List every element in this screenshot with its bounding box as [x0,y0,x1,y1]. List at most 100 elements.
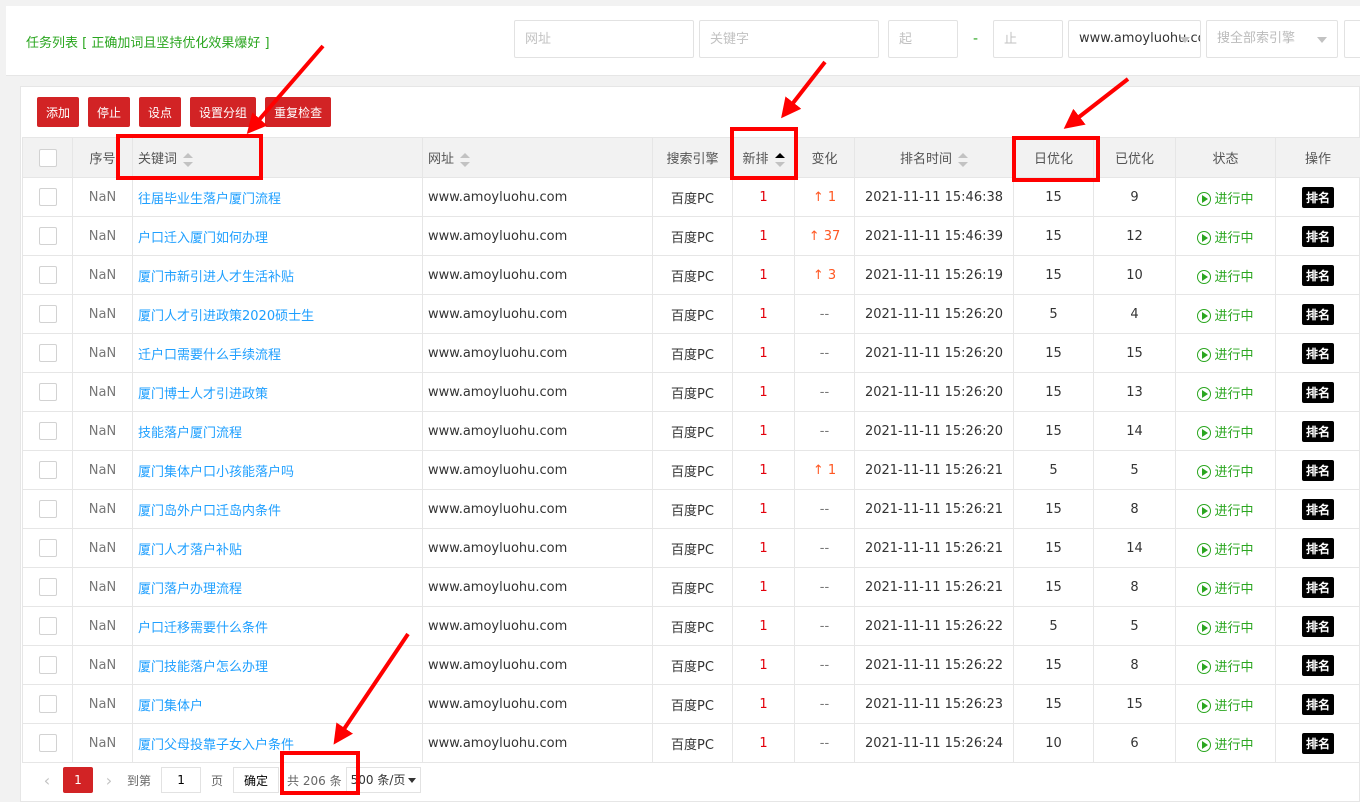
row-checkbox[interactable] [38,422,57,440]
prev-page-icon[interactable]: ‹ [37,771,57,790]
rank-button[interactable]: 排名 [1301,342,1334,364]
row-checkbox[interactable] [38,578,57,596]
table-row[interactable]: NaN 厦门父母投靠子女入户条件 www.amoyluohu.com 百度PC 1 -- 2… [22,723,1360,763]
add-button[interactable]: 添加 [37,97,80,127]
table-row[interactable]: NaN 厦门技能落户怎么办理 www.amoyluohu.com 百度PC 1 -- 202… [22,645,1360,685]
row-checkbox[interactable] [38,266,57,284]
row-status: 进行中 [1175,606,1276,646]
play-icon [1197,582,1212,596]
rank-button[interactable]: 排名 [1301,732,1334,754]
set-point-button[interactable]: 设点 [139,97,182,127]
row-time: 2021-11-11 15:26:21 [854,450,1014,490]
row-rank: 1 [732,411,795,451]
row-keyword[interactable]: 厦门集体户 [132,684,423,724]
table-row[interactable]: NaN 厦门集体户口小孩能落户吗 www.amoyluohu.com 百度PC 1 ↑ 1… [22,450,1360,490]
row-keyword[interactable]: 迁户口需要什么手续流程 [132,333,423,373]
rank-end-input[interactable] [993,20,1063,58]
rank-button[interactable]: 排名 [1301,459,1334,481]
rank-button[interactable]: 排名 [1301,576,1334,598]
row-time: 2021-11-11 15:26:20 [854,411,1014,451]
sort-icon[interactable] [958,152,968,167]
rank-start-input[interactable] [888,20,958,58]
rank-button[interactable]: 排名 [1301,303,1334,325]
table-row[interactable]: NaN 厦门人才落户补贴 www.amoyluohu.com 百度PC 1 -- 2021-… [22,528,1360,568]
keyword-filter-input[interactable] [699,20,879,58]
table-row[interactable]: NaN 厦门集体户 www.amoyluohu.com 百度PC 1 -- 2021-11-… [22,684,1360,724]
row-keyword[interactable]: 厦门人才落户补贴 [132,528,423,568]
confirm-page-button[interactable]: 确定 [233,767,280,793]
rank-button[interactable]: 排名 [1301,537,1334,559]
table-row[interactable]: NaN 技能落户厦门流程 www.amoyluohu.com 百度PC 1 -- 2021-… [22,411,1360,451]
row-select-cell [22,333,73,373]
rank-button[interactable]: 排名 [1301,693,1334,715]
row-checkbox[interactable] [38,539,57,557]
select-all-checkbox[interactable] [38,148,57,167]
row-checkbox[interactable] [38,383,57,401]
row-keyword[interactable]: 厦门人才引进政策2020硕士生 [132,294,423,334]
more-select[interactable] [1344,20,1360,58]
goto-page-input[interactable] [161,767,202,793]
row-keyword[interactable]: 厦门市新引进人才生活补贴 [132,255,423,295]
sort-icon[interactable] [774,152,785,167]
select-all-cell [22,137,73,178]
row-checkbox[interactable] [38,305,57,323]
col-rank[interactable]: 新排 [732,137,795,178]
row-keyword[interactable]: 户口迁入厦门如何办理 [132,216,423,256]
row-keyword[interactable]: 户口迁移需要什么条件 [132,606,423,646]
domain-select[interactable]: www.amoyluohu.com [1068,20,1201,58]
row-url: www.amoyluohu.com [422,723,653,763]
row-keyword[interactable]: 厦门岛外户口迁岛内条件 [132,489,423,529]
table-row[interactable]: NaN 厦门博士人才引进政策 www.amoyluohu.com 百度PC 1 -- 202… [22,372,1360,412]
row-keyword[interactable]: 厦门落户办理流程 [132,567,423,607]
url-filter-input[interactable] [514,20,694,58]
row-status: 进行中 [1175,450,1276,490]
row-checkbox[interactable] [38,188,57,206]
table-row[interactable]: NaN 迁户口需要什么手续流程 www.amoyluohu.com 百度PC 1 -- 20… [22,333,1360,373]
row-keyword[interactable]: 厦门父母投靠子女入户条件 [132,723,423,763]
row-checkbox[interactable] [38,617,57,635]
col-keyword[interactable]: 关键词 [132,137,423,178]
rank-button[interactable]: 排名 [1301,264,1334,286]
rank-button[interactable]: 排名 [1301,654,1334,676]
table-row[interactable]: NaN 厦门人才引进政策2020硕士生 www.amoyluohu.com 百度PC 1… [22,294,1360,334]
rank-button[interactable]: 排名 [1301,225,1334,247]
row-action: 排名 [1275,294,1360,334]
page-size-select[interactable]: 500 条/页 [345,767,422,793]
row-keyword[interactable]: 厦门集体户口小孩能落户吗 [132,450,423,490]
recheck-button[interactable]: 重复检查 [265,97,332,127]
row-checkbox[interactable] [38,734,57,752]
row-keyword[interactable]: 往届毕业生落户厦门流程 [132,177,423,217]
table-row[interactable]: NaN 厦门市新引进人才生活补贴 www.amoyluohu.com 百度PC 1 ↑ 3… [22,255,1360,295]
col-url[interactable]: 网址 [422,137,653,178]
next-page-icon[interactable]: › [99,771,119,790]
current-page[interactable]: 1 [63,767,93,793]
rank-button[interactable]: 排名 [1301,420,1334,442]
table-row[interactable]: NaN 往届毕业生落户厦门流程 www.amoyluohu.com 百度PC 1 ↑ 12… [22,177,1360,217]
row-checkbox[interactable] [38,461,57,479]
table-row[interactable]: NaN 厦门落户办理流程 www.amoyluohu.com 百度PC 1 -- 2021-… [22,567,1360,607]
row-rank: 1 [732,255,795,295]
row-checkbox[interactable] [38,344,57,362]
table-row[interactable]: NaN 户口迁入厦门如何办理 www.amoyluohu.com 百度PC 1 ↑ 37 2… [22,216,1360,256]
table-row[interactable]: NaN 户口迁移需要什么条件 www.amoyluohu.com 百度PC 1 -- 202… [22,606,1360,646]
status-label: 进行中 [1214,620,1254,636]
engine-select[interactable]: 搜全部索引擎 [1206,20,1338,58]
col-change: 变化 [794,137,855,178]
sort-icon[interactable] [460,152,471,167]
row-checkbox[interactable] [38,695,57,713]
row-checkbox[interactable] [38,500,57,518]
row-keyword[interactable]: 厦门技能落户怎么办理 [132,645,423,685]
rank-button[interactable]: 排名 [1301,498,1334,520]
row-checkbox[interactable] [38,656,57,674]
rank-button[interactable]: 排名 [1301,381,1334,403]
rank-button[interactable]: 排名 [1301,615,1334,637]
stop-button[interactable]: 停止 [88,97,131,127]
row-keyword[interactable]: 厦门博士人才引进政策 [132,372,423,412]
set-group-button[interactable]: 设置分组 [190,97,257,127]
row-keyword[interactable]: 技能落户厦门流程 [132,411,423,451]
table-row[interactable]: NaN 厦门岛外户口迁岛内条件 www.amoyluohu.com 百度PC 1 -- 20… [22,489,1360,529]
col-time[interactable]: 排名时间 [854,137,1014,178]
rank-button[interactable]: 排名 [1301,186,1334,208]
row-checkbox[interactable] [38,227,57,245]
sort-icon[interactable] [183,152,194,167]
